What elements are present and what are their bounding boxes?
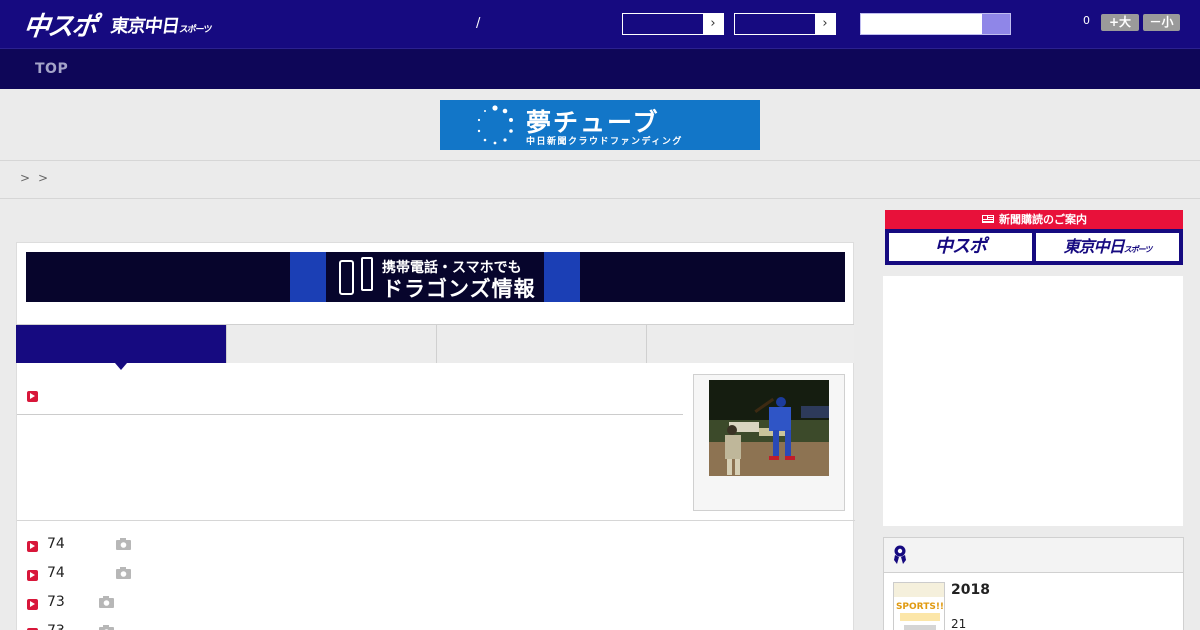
smartphone-icon bbox=[339, 260, 354, 295]
breadcrumb-separator: > bbox=[38, 171, 49, 185]
font-smaller-button[interactable]: －小 bbox=[1143, 14, 1180, 31]
tokyo-chunichi-logo-text: 東京中日 bbox=[109, 16, 181, 37]
camera-icon bbox=[99, 625, 114, 630]
search-input[interactable] bbox=[861, 14, 983, 34]
banner-area: 夢チューブ 中日新聞クラウドファンディング bbox=[0, 89, 1200, 161]
font-size-indicator: 0 bbox=[1083, 14, 1090, 27]
nav-item-top[interactable]: TOP bbox=[35, 61, 68, 77]
ranking-year[interactable]: 2018 bbox=[951, 582, 990, 598]
top-header: 中スポ 東京中日スポーツ / › › 0 +大 －小 bbox=[0, 0, 1200, 48]
ranking-thumb-text: SPORTS!! bbox=[896, 602, 944, 612]
global-nav: TOP bbox=[0, 48, 1200, 89]
category-select-value bbox=[623, 14, 703, 34]
subscribe-tokyo-chunichi-text: 東京中日 bbox=[1063, 237, 1125, 256]
main-panel: 携帯電話・スマホでも ドラゴンズ情報 74 74 73 bbox=[16, 242, 855, 630]
tab-2[interactable] bbox=[226, 325, 436, 363]
play-marker-icon bbox=[27, 599, 38, 610]
promo-line-2: ドラゴンズ情報 bbox=[382, 277, 536, 301]
ranking-widget: SPORTS!! 2018 21 bbox=[883, 537, 1184, 630]
ad-slot bbox=[883, 276, 1183, 526]
play-marker-icon bbox=[27, 570, 38, 581]
yume-tube-banner[interactable]: 夢チューブ 中日新聞クラウドファンディング bbox=[440, 100, 760, 150]
subscribe-tokyo-chunichi-button[interactable]: 東京中日スポーツ bbox=[1036, 233, 1179, 261]
dots-circle-icon bbox=[477, 105, 513, 145]
subscription-header-text: 新聞購読のご案内 bbox=[999, 213, 1087, 226]
breadcrumb-separator: > bbox=[20, 171, 31, 185]
search-button[interactable] bbox=[982, 14, 1010, 34]
list-item-number: 73 bbox=[47, 623, 65, 630]
divider bbox=[17, 414, 683, 415]
news-tabs bbox=[16, 324, 854, 370]
mobile-phone-icon bbox=[361, 257, 373, 291]
tokyo-chunichi-logo[interactable]: 東京中日スポーツ bbox=[109, 12, 213, 38]
play-marker-icon bbox=[27, 541, 38, 552]
promo-stripe bbox=[290, 252, 326, 302]
banner-subtitle: 中日新聞クラウドファンディング bbox=[526, 137, 683, 147]
list-item-number: 73 bbox=[47, 594, 65, 610]
list-item-number: 74 bbox=[47, 536, 65, 552]
mobile-promo-banner[interactable]: 携帯電話・スマホでも ドラゴンズ情報 bbox=[26, 252, 845, 302]
breadcrumb: > > bbox=[0, 161, 1200, 199]
font-bigger-button[interactable]: +大 bbox=[1101, 14, 1139, 31]
tokyo-chunichi-logo-small: スポーツ bbox=[178, 25, 212, 35]
camera-icon bbox=[116, 567, 131, 579]
subscription-header: 新聞購読のご案内 bbox=[885, 210, 1183, 229]
list-item-number: 74 bbox=[47, 565, 65, 581]
header-separator: / bbox=[476, 16, 481, 31]
ranking-header bbox=[884, 538, 1183, 573]
ranking-thumbnail[interactable]: SPORTS!! bbox=[893, 582, 945, 630]
promo-stripe bbox=[544, 252, 580, 302]
category-select[interactable]: › bbox=[622, 13, 724, 35]
archive-select-value bbox=[735, 14, 815, 34]
chuspo-logo[interactable]: 中スポ bbox=[22, 6, 98, 43]
archive-select[interactable]: › bbox=[734, 13, 836, 35]
camera-icon bbox=[99, 596, 114, 608]
medal-icon bbox=[894, 545, 906, 564]
newspaper-icon bbox=[981, 214, 995, 224]
baseball-photo bbox=[709, 380, 829, 476]
camera-icon bbox=[116, 538, 131, 550]
chevron-right-icon: › bbox=[710, 16, 716, 31]
tab-1[interactable] bbox=[16, 325, 226, 370]
play-marker-icon bbox=[27, 391, 38, 402]
subscribe-chuspo-button[interactable]: 中スポ bbox=[889, 233, 1032, 261]
subscribe-tokyo-chunichi-small: スポーツ bbox=[1123, 245, 1153, 254]
featured-thumbnail[interactable] bbox=[693, 374, 845, 511]
site-search bbox=[860, 13, 1011, 35]
ranking-count: 21 bbox=[951, 617, 967, 630]
tab-4[interactable] bbox=[646, 325, 854, 363]
sports-book-cover: SPORTS!! bbox=[894, 583, 944, 630]
subscription-card: 新聞購読のご案内 中スポ 東京中日スポーツ bbox=[885, 210, 1183, 265]
chevron-right-icon: › bbox=[822, 16, 828, 31]
tab-3[interactable] bbox=[436, 325, 646, 363]
featured-article bbox=[17, 374, 855, 521]
